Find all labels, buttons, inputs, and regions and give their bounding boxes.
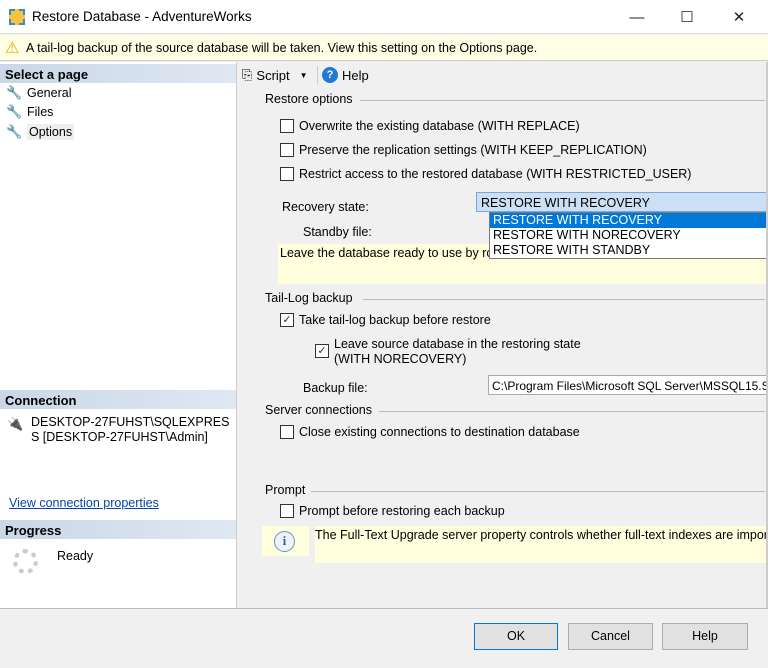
preserve-replication-label: Preserve the replication settings (WITH … [299,143,647,157]
info-text: The Full-Text Upgrade server property co… [315,526,768,563]
server-connections-heading: Server connections [265,403,373,417]
sidebar-item-files[interactable]: 🔧 Files [6,103,53,121]
help-icon: ? [322,67,338,83]
divider [311,491,765,492]
warning-text: A tail-log backup of the source database… [26,41,538,55]
backup-file-label: Backup file: [303,381,368,395]
connection-icon: 🔌 [7,416,24,431]
left-panel: Select a page 🔧 General 🔧 Files 🔧 Options C… [0,62,237,608]
preserve-replication-checkbox[interactable] [280,143,294,157]
prompt-checkbox[interactable] [280,504,294,518]
sidebar-item-options[interactable]: 🔧 Options [6,123,75,141]
standby-file-label: Standby file: [303,225,372,239]
restrict-access-label: Restrict access to the restored database… [299,167,692,181]
backup-file-input[interactable]: C:\Program Files\Microsoft SQL Server\MS… [488,375,768,395]
warning-icon: ⚠ [5,40,20,57]
progress-header: Progress [0,520,236,539]
help-footer-button[interactable]: Help [662,623,748,650]
leave-restoring-label: Leave source database in the restoring s… [334,337,581,351]
tail-log-heading: Tail-Log backup [265,291,353,305]
connection-server: DESKTOP-27FUHST\SQLEXPRES [31,415,230,429]
connection-header: Connection [0,390,236,409]
wrench-icon: 🔧 [6,85,23,100]
warning-bar: ⚠ A tail-log backup of the source databa… [0,35,768,61]
help-label: Help [342,67,369,83]
sidebar-item-label: General [27,86,72,100]
script-button[interactable]: ⎘ Script ▼ [242,67,308,83]
select-page-header: Select a page [0,64,236,83]
wrench-icon: 🔧 [6,124,23,139]
footer-divider [0,608,768,609]
take-tail-log-checkbox[interactable]: ✓ [280,313,294,327]
prompt-label: Prompt before restoring each backup [299,504,505,518]
leave-restoring-checkbox[interactable]: ✓ [315,344,329,358]
close-connections-checkbox[interactable] [280,425,294,439]
option-recovery[interactable]: RESTORE WITH RECOVERY [490,213,767,228]
help-button[interactable]: ? Help [322,67,369,83]
progress-status: Ready [57,549,94,563]
dropdown-arrow-icon[interactable]: ▼ [300,71,308,80]
recovery-state-select[interactable]: RESTORE WITH RECOVERY [476,192,768,212]
recovery-state-dropdown: RESTORE WITH RECOVERY RESTORE WITH NOREC… [489,212,768,259]
overwrite-label: Overwrite the existing database (WITH RE… [299,119,580,133]
divider [379,411,765,412]
recovery-state-label: Recovery state: [282,200,369,214]
cancel-button[interactable]: Cancel [568,623,653,650]
sidebar-item-label: Options [27,124,75,140]
progress-spinner-icon [13,549,38,574]
maximize-button[interactable]: ☐ [664,0,710,34]
script-icon: ⎘ [242,67,253,82]
sidebar-item-label: Files [27,105,54,119]
take-tail-log-label: Take tail-log backup before restore [299,313,491,327]
wrench-icon: 🔧 [6,104,23,119]
option-norecovery[interactable]: RESTORE WITH NORECOVERY [490,228,767,243]
ok-button[interactable]: OK [474,623,558,650]
option-standby[interactable]: RESTORE WITH STANDBY [490,243,767,258]
restore-options-heading: Restore options [265,92,353,106]
divider [360,100,765,101]
options-page: ⎘ Script ▼ ? Help Restore options Overwrite… [238,62,768,608]
toolbar-separator [317,66,318,84]
prompt-heading: Prompt [265,483,306,497]
close-connections-label: Close existing connections to destinatio… [299,425,580,439]
close-button[interactable]: ✕ [716,0,762,34]
sidebar-item-general[interactable]: 🔧 General [6,84,71,102]
info-icon: i [274,531,295,552]
view-connection-properties-link[interactable]: View connection properties [9,496,159,510]
divider [363,299,765,300]
window-title: Restore Database - AdventureWorks [32,9,252,24]
minimize-button[interactable]: — [614,0,660,34]
script-label: Script [256,67,290,83]
app-icon [9,9,25,25]
restrict-access-checkbox[interactable] [280,167,294,181]
connection-user: S [DESKTOP-27FUHST\Admin] [31,430,208,444]
info-icon-area: i [262,526,309,556]
leave-restoring-label-2: (WITH NORECOVERY) [334,352,467,366]
title-bar: Restore Database - AdventureWorks — ☐ ✕ [0,0,768,34]
overwrite-checkbox[interactable] [280,119,294,133]
